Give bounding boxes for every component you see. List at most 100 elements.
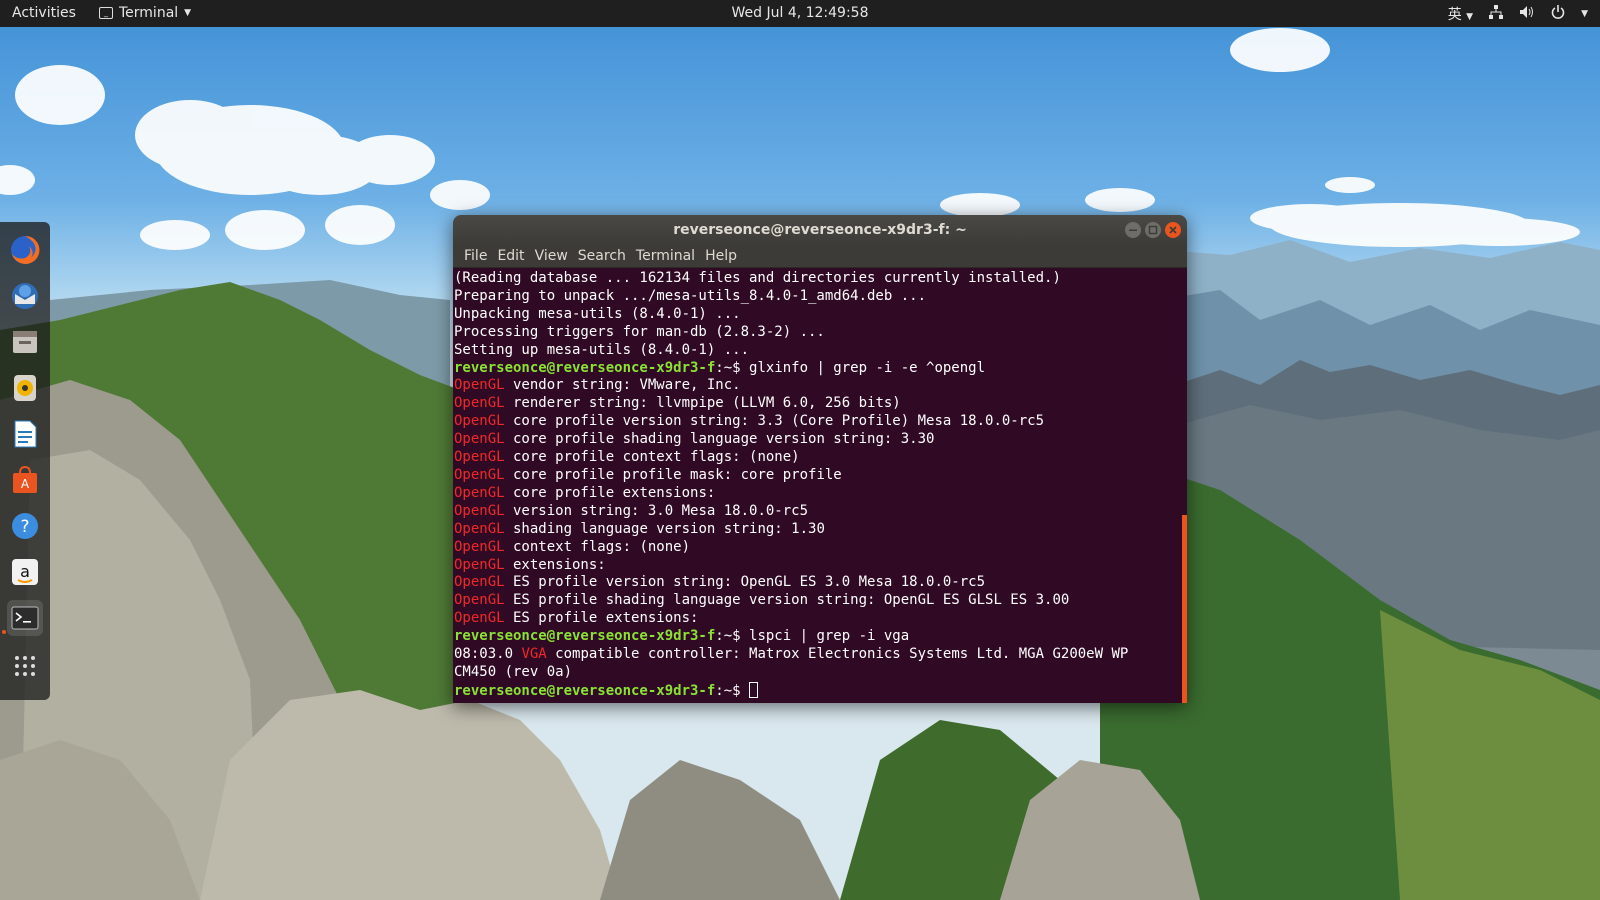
terminal-line: Setting up mesa-utils (8.4.0-1) ... (454, 342, 1187, 360)
menu-edit[interactable]: Edit (492, 248, 529, 264)
terminal-line: OpenGL ES profile version string: OpenGL… (454, 574, 1187, 592)
line-text: context flags: (none) (504, 538, 691, 555)
text-cursor (749, 681, 759, 698)
grep-match: OpenGL (454, 484, 505, 501)
menu-bar: File Edit View Search Terminal Help (453, 245, 1187, 268)
running-indicator (2, 630, 6, 634)
menu-search[interactable]: Search (573, 248, 631, 264)
grep-match: OpenGL (454, 520, 505, 537)
input-method-indicator[interactable]: 英 ▼ (1448, 4, 1473, 24)
terminal-line: reverseonce@reverseonce-x9dr3-f:~$ glxin… (454, 360, 1187, 378)
line-text: core profile profile mask: core profile (504, 466, 842, 483)
activities-button[interactable]: Activities (12, 5, 76, 21)
clock[interactable]: Wed Jul 4, 12:49:58 (732, 5, 869, 21)
grep-match: OpenGL (454, 574, 505, 591)
thunderbird-icon[interactable] (7, 278, 43, 314)
rhythmbox-icon[interactable] (7, 370, 43, 406)
prompt-suffix: :~$ (715, 628, 750, 645)
terminal-app-icon: _ (99, 7, 113, 19)
line-text: Processing triggers for man-db (2.8.3-2)… (454, 323, 825, 340)
app-menu[interactable]: _ Terminal ▼ (99, 5, 191, 21)
minimize-button[interactable] (1125, 222, 1141, 238)
terminal-line: OpenGL core profile version string: 3.3 … (454, 413, 1187, 431)
terminal-line: CM450 (rev 0a) (454, 664, 1187, 682)
terminal-line: Preparing to unpack .../mesa-utils_8.4.0… (454, 288, 1187, 306)
terminal-line: OpenGL core profile profile mask: core p… (454, 467, 1187, 485)
line-prefix: 08:03.0 (454, 646, 522, 663)
top-bar: Activities _ Terminal ▼ Wed Jul 4, 12:49… (0, 0, 1600, 27)
grep-match: VGA (521, 646, 547, 663)
prompt-suffix: :~$ (715, 682, 750, 699)
grep-match: OpenGL (454, 413, 505, 430)
terminal-line: OpenGL extensions: (454, 557, 1187, 575)
close-button[interactable] (1165, 222, 1181, 238)
app-menu-label: Terminal (119, 5, 179, 21)
volume-icon[interactable] (1519, 5, 1535, 23)
menu-file[interactable]: File (459, 248, 492, 264)
terminal-line: OpenGL version string: 3.0 Mesa 18.0.0-r… (454, 503, 1187, 521)
prompt: reverseonce@reverseonce-x9dr3-f (454, 628, 716, 645)
prompt: reverseonce@reverseonce-x9dr3-f (454, 359, 716, 376)
grep-match: OpenGL (454, 377, 505, 394)
line-text: core profile extensions: (504, 484, 716, 501)
grep-match: OpenGL (454, 592, 505, 609)
menu-terminal[interactable]: Terminal (631, 248, 700, 264)
menu-help[interactable]: Help (700, 248, 742, 264)
line-text: core profile shading language version st… (504, 431, 935, 448)
firefox-icon[interactable] (7, 232, 43, 268)
power-icon[interactable] (1551, 5, 1565, 23)
help-icon[interactable]: ? (7, 508, 43, 544)
grep-match: OpenGL (454, 395, 505, 412)
grep-match: OpenGL (454, 431, 505, 448)
svg-text:?: ? (20, 517, 29, 537)
prompt: reverseonce@reverseonce-x9dr3-f (454, 682, 716, 699)
command-text: glxinfo | grep -i -e ^opengl (749, 359, 986, 376)
network-icon[interactable] (1489, 5, 1504, 23)
grep-match: OpenGL (454, 502, 505, 519)
scrollbar[interactable] (1182, 515, 1187, 703)
line-text: Unpacking mesa-utils (8.4.0-1) ... (454, 305, 741, 322)
files-icon[interactable] (7, 324, 43, 360)
menu-view[interactable]: View (530, 248, 573, 264)
terminal-line: OpenGL ES profile shading language versi… (454, 592, 1187, 610)
grep-match: OpenGL (454, 449, 505, 466)
line-text: compatible controller: Matrox Electronic… (546, 646, 1129, 663)
terminal-line: OpenGL core profile shading language ver… (454, 431, 1187, 449)
grep-match: OpenGL (454, 466, 505, 483)
line-text: Setting up mesa-utils (8.4.0-1) ... (454, 341, 750, 358)
line-text: vendor string: VMware, Inc. (504, 377, 741, 394)
terminal-output[interactable]: (Reading database ... 162134 files and d… (453, 268, 1187, 703)
line-text: core profile context flags: (none) (504, 449, 800, 466)
amazon-icon[interactable]: a (7, 554, 43, 590)
line-text: core profile version string: 3.3 (Core P… (504, 413, 1045, 430)
libreoffice-writer-icon[interactable] (7, 416, 43, 452)
line-text: extensions: (504, 556, 606, 573)
line-text: version string: 3.0 Mesa 18.0.0-rc5 (504, 502, 809, 519)
line-text: CM450 (rev 0a) (454, 663, 573, 680)
terminal-line: OpenGL renderer string: llvmpipe (LLVM 6… (454, 395, 1187, 413)
window-title: reverseonce@reverseonce-x9dr3-f: ~ (673, 222, 967, 238)
dock: A ? a (0, 222, 50, 700)
line-text: renderer string: llvmpipe (LLVM 6.0, 256… (504, 395, 901, 412)
terminal-icon[interactable] (7, 600, 43, 636)
terminal-line: OpenGL core profile extensions: (454, 485, 1187, 503)
command-text: lspci | grep -i vga (749, 628, 910, 645)
svg-text:A: A (21, 477, 30, 491)
system-tray: 英 ▼ ▼ (1448, 4, 1588, 24)
terminal-line: (Reading database ... 162134 files and d… (454, 270, 1187, 288)
prompt-suffix: :~$ (715, 359, 750, 376)
title-bar[interactable]: reverseonce@reverseonce-x9dr3-f: ~ (453, 215, 1187, 245)
terminal-line: OpenGL context flags: (none) (454, 539, 1187, 557)
terminal-line: Unpacking mesa-utils (8.4.0-1) ... (454, 306, 1187, 324)
terminal-window[interactable]: reverseonce@reverseonce-x9dr3-f: ~ File … (453, 215, 1187, 703)
terminal-line: reverseonce@reverseonce-x9dr3-f:~$ lspci… (454, 628, 1187, 646)
chevron-down-icon[interactable]: ▼ (1581, 9, 1588, 19)
show-apps-icon[interactable] (7, 648, 43, 684)
svg-text:a: a (20, 562, 30, 581)
grep-match: OpenGL (454, 556, 505, 573)
chevron-down-icon: ▼ (1466, 12, 1474, 22)
terminal-line: OpenGL vendor string: VMware, Inc. (454, 377, 1187, 395)
terminal-line: OpenGL shading language version string: … (454, 521, 1187, 539)
software-center-icon[interactable]: A (7, 462, 43, 498)
maximize-button[interactable] (1145, 222, 1161, 238)
